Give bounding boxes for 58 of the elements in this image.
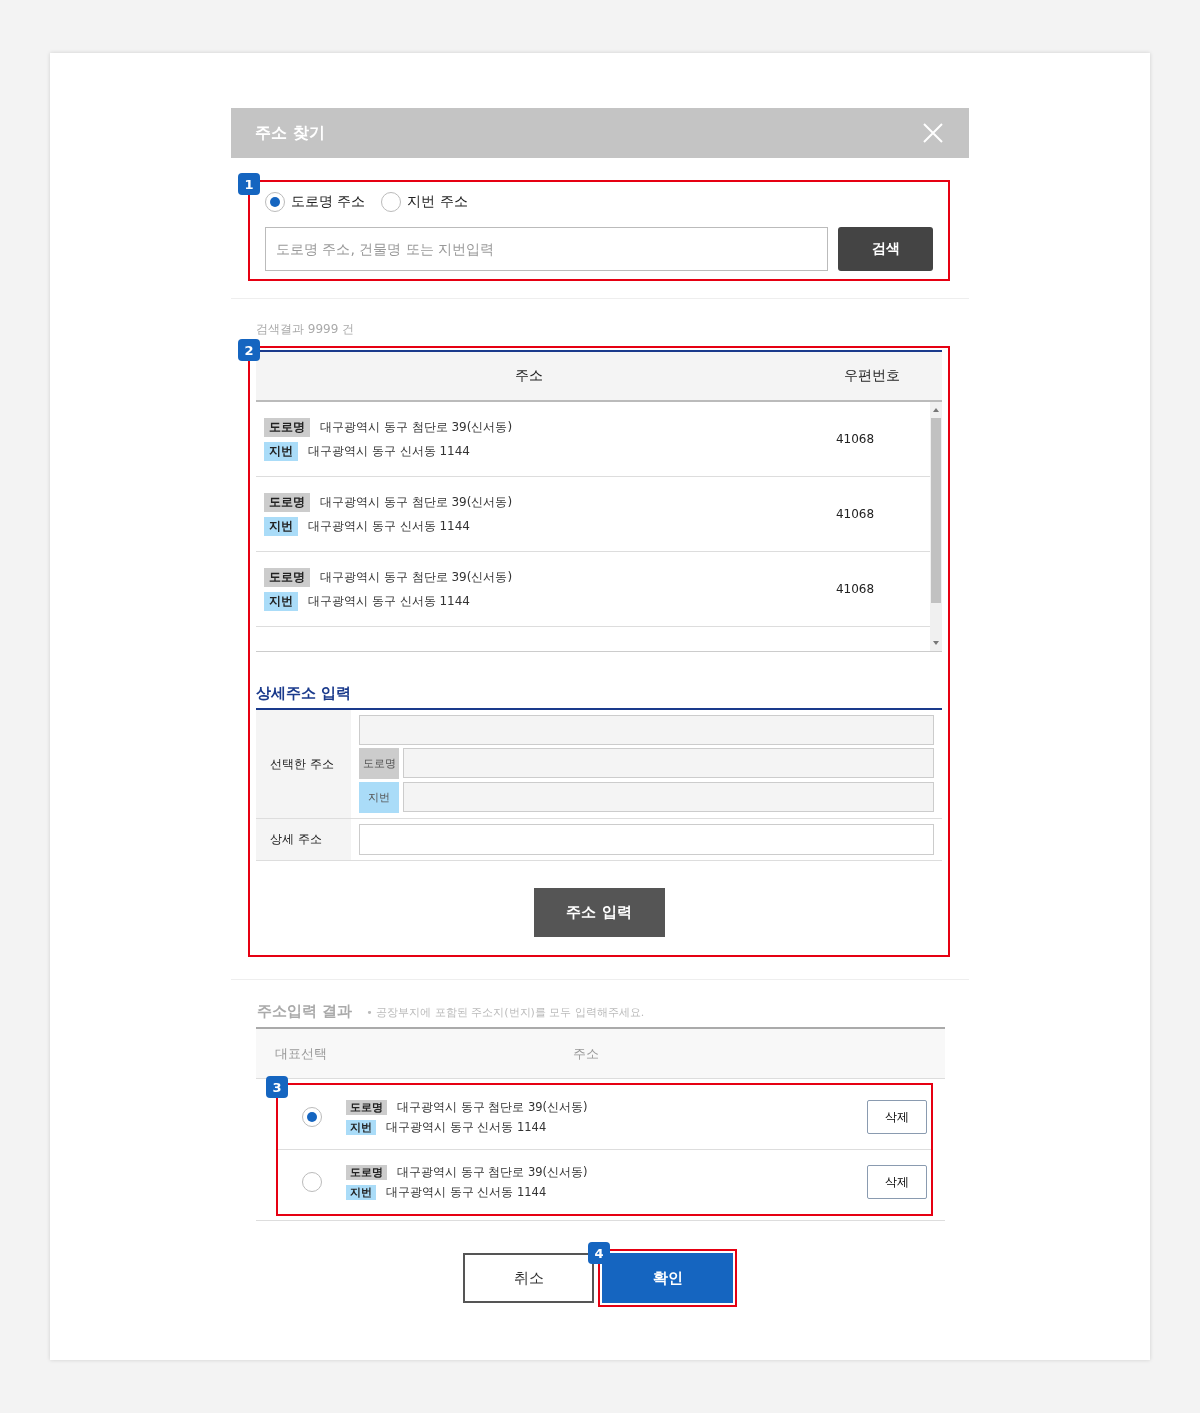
postcode: 41068: [834, 582, 876, 596]
close-icon[interactable]: [923, 123, 943, 143]
delete-button[interactable]: 삭제: [867, 1165, 927, 1199]
column-header: 주소: [571, 1044, 600, 1063]
column-header: 주소: [514, 367, 544, 385]
lot-number-tag: 지번: [359, 782, 399, 813]
radio-button[interactable]: [381, 192, 402, 212]
radio-button[interactable]: [302, 1172, 322, 1192]
lot-address: 대구광역시 동구 신서동 1144: [386, 1184, 547, 1200]
lot-number-tag: 지번: [264, 591, 298, 611]
road-address: 대구광역시 동구 첨단로 39(신서동): [320, 418, 513, 436]
annotation-badge: 3: [266, 1076, 288, 1098]
lot-address: 대구광역시 동구 신서동 1144: [308, 442, 470, 460]
detail-address-field[interactable]: [359, 824, 934, 855]
lot-number-tag: 지번: [264, 516, 298, 536]
radio-label[interactable]: 지번 주소: [407, 193, 468, 211]
result-count: 검색결과 9999 건: [256, 321, 356, 338]
result-row[interactable]: 도로명 대구광역시 동구 첨단로 39(신서동) 지번 대구광역시 동구 신서동 1144 41068: [256, 552, 930, 627]
annotation-badge: 4: [588, 1242, 610, 1264]
column-header: 대표선택: [274, 1044, 328, 1063]
road-name-tag: 도로명: [264, 417, 310, 437]
radio-button[interactable]: [302, 1107, 322, 1127]
lot-address: 대구광역시 동구 신서동 1144: [308, 517, 470, 535]
lot-address: 대구광역시 동구 신서동 1144: [308, 592, 470, 610]
section-title: 주소입력 결과: [257, 1002, 353, 1021]
postcode: 41068: [834, 507, 876, 521]
lot-number-tag: 지번: [264, 441, 298, 461]
lot-number-tag: 지번: [346, 1119, 376, 1135]
instruction-note: • 공장부지에 포함된 주소지(번지)를 모두 입력해주세요.: [366, 1005, 645, 1020]
road-name-tag: 도로명: [264, 567, 310, 587]
radio-button[interactable]: [265, 192, 285, 212]
road-name-tag: 도로명: [346, 1099, 387, 1115]
scrollbar[interactable]: [930, 402, 942, 651]
road-address: 대구광역시 동구 첨단로 39(신서동): [397, 1099, 588, 1115]
road-address: 대구광역시 동구 첨단로 39(신서동): [397, 1164, 588, 1180]
postcode: 41068: [834, 432, 876, 446]
delete-button[interactable]: 삭제: [867, 1100, 927, 1134]
search-field[interactable]: 도로명 주소, 건물명 또는 지번입력: [265, 227, 828, 271]
road-name-tag: 도로명: [359, 748, 399, 779]
road-address: 대구광역시 동구 첨단로 39(신서동): [320, 493, 513, 511]
enter-address-button[interactable]: 주소 입력: [533, 888, 665, 937]
result-row[interactable]: 도로명 대구광역시 동구 첨단로 39(신서동) 지번 대구광역시 동구 신서동 1144 41068: [256, 402, 930, 477]
road-name-tag: 도로명: [346, 1164, 387, 1180]
road-name-tag: 도로명: [264, 492, 310, 512]
result-row[interactable]: 도로명 대구광역시 동구 첨단로 39(신서동) 지번 대구광역시 동구 신서동 1144 41068: [256, 477, 930, 552]
annotation-badge: 2: [238, 339, 260, 361]
dialog-title: 주소 찾기: [255, 122, 325, 144]
radio-label[interactable]: 도로명 주소: [291, 193, 366, 211]
lot-number-tag: 지번: [346, 1184, 376, 1200]
lot-address: 대구광역시 동구 신서동 1144: [386, 1119, 547, 1135]
search-button[interactable]: 검색: [838, 227, 933, 271]
road-address: 대구광역시 동구 첨단로 39(신서동): [320, 568, 513, 586]
cancel-button[interactable]: 취소: [463, 1253, 594, 1303]
column-header: 우편번호: [843, 367, 901, 385]
confirm-button[interactable]: 확인: [602, 1253, 733, 1303]
annotation-badge: 1: [238, 173, 260, 195]
field-label: 상세 주소: [256, 819, 351, 860]
field-label: 선택한 주소: [256, 710, 351, 818]
